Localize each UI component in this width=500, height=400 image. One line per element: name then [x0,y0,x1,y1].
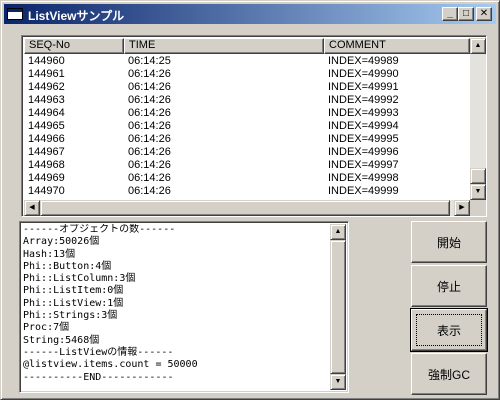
list-cell-time: 06:14:26 [128,172,171,184]
list-cell-comment: INDEX=49996 [328,146,399,158]
list-cell-seq-no: 144966 [28,133,65,145]
output-line: ------オブジェクトの数------ [23,224,176,235]
output-line: ------ListViewの情報------ [23,346,174,358]
stop-button[interactable]: 停止 [411,265,487,307]
list-item[interactable]: 144969 06:14:26 INDEX=49998 [24,172,470,185]
list-cell-time: 06:14:26 [128,68,171,80]
scroll-down-button[interactable]: ▼ [470,184,486,200]
list-item[interactable]: 144965 06:14:26 INDEX=49994 [24,120,470,133]
list-vertical-scrollbar[interactable]: ▲ ▼ [470,38,486,200]
list-view[interactable]: SEQ-No TIME COMMENT 144960 06:14:25 INDEX=… [21,35,487,217]
list-cell-time: 06:14:26 [128,185,171,197]
start-button[interactable]: 開始 [411,221,487,263]
list-item[interactable]: 144963 06:14:26 INDEX=49992 [24,94,470,107]
column-header-comment[interactable]: COMMENT [324,38,470,54]
list-cell-seq-no: 144960 [28,55,65,67]
output-textarea[interactable]: ------オブジェクトの数------ Array:50026個 Hash:13個… [19,221,349,393]
list-cell-seq-no: 144965 [28,120,65,132]
output-line: Phi::ListItem:0個 [23,285,124,297]
focus-rect [416,314,482,346]
force-gc-button-label: 強制GC [427,367,470,382]
scroll-thumb[interactable] [470,168,486,184]
list-rows: 144960 06:14:25 INDEX=49989 144961 06:14:26 I… [24,55,470,205]
list-cell-comment: INDEX=49998 [328,172,399,184]
list-cell-time: 06:14:26 [128,94,171,106]
output-line: Proc:7個 [23,322,70,334]
output-line: ----------END------------ [23,371,174,383]
output-line: Phi::ListView:1個 [23,297,124,309]
maximize-button[interactable]: □ [458,7,474,21]
list-cell-seq-no: 144961 [28,68,65,80]
list-horizontal-scrollbar[interactable]: ◀ ▶ [24,200,470,216]
list-cell-time: 06:14:26 [128,81,171,93]
scroll-up-button[interactable]: ▲ [470,38,486,54]
minimize-button[interactable]: _ [442,7,458,21]
list-cell-seq-no: 144967 [28,146,65,158]
column-header-seq-no[interactable]: SEQ-No [24,38,124,54]
list-cell-comment: INDEX=49997 [328,159,399,171]
list-cell-comment: INDEX=49989 [328,55,399,67]
output-vertical-scrollbar[interactable]: ▲ ▼ [330,224,346,390]
list-item[interactable]: 144967 06:14:26 INDEX=49996 [24,146,470,159]
output-line: Phi::Strings:3個 [23,310,118,322]
list-item[interactable]: 144970 06:14:26 INDEX=49999 [24,185,470,198]
list-cell-comment: INDEX=49991 [328,81,399,93]
output-line: Array:50026個 [23,236,100,248]
list-cell-comment: INDEX=49990 [328,68,399,80]
list-cell-seq-no: 144970 [28,185,65,197]
list-item[interactable]: 144962 06:14:26 INDEX=49991 [24,81,470,94]
output-scroll-thumb[interactable] [330,240,346,374]
scroll-right-button[interactable]: ▶ [454,200,470,216]
stop-button-label: 停止 [436,279,461,294]
list-cell-time: 06:14:25 [128,55,171,67]
list-cell-time: 06:14:26 [128,159,171,171]
scroll-left-button[interactable]: ◀ [24,200,40,216]
list-cell-comment: INDEX=49994 [328,120,399,132]
window-title: ListViewサンプル [28,9,125,23]
list-header: SEQ-No TIME COMMENT [24,38,470,54]
list-cell-time: 06:14:26 [128,146,171,158]
window-icon[interactable] [7,8,23,20]
list-item[interactable]: 144968 06:14:26 INDEX=49997 [24,159,470,172]
output-line: @listview.items.count = 50000 [23,359,198,371]
start-button-label: 開始 [436,235,461,250]
list-item[interactable]: 144961 06:14:26 INDEX=49990 [24,68,470,81]
output-text: ------オブジェクトの数------ Array:50026個 Hash:13個… [22,224,330,390]
list-item[interactable]: 144960 06:14:25 INDEX=49989 [24,55,470,68]
list-cell-seq-no: 144968 [28,159,65,171]
output-line: Phi::ListColumn:3個 [23,273,136,285]
list-cell-seq-no: 144963 [28,94,65,106]
output-line: Hash:13個 [23,248,76,260]
output-scroll-down-button[interactable]: ▼ [330,374,346,390]
close-button[interactable]: ✕ [476,7,492,21]
output-line: String:5468個 [23,334,100,346]
list-cell-comment: INDEX=49992 [328,94,399,106]
list-item[interactable]: 144966 06:14:26 INDEX=49995 [24,133,470,146]
output-line: Phi::Button:4個 [23,260,112,272]
show-button[interactable]: 表示 [410,308,488,352]
list-cell-time: 06:14:26 [128,133,171,145]
output-scroll-up-button[interactable]: ▲ [330,224,346,240]
main-window: ListViewサンプル _ □ ✕ SEQ-No TIME COMMENT 1… [0,0,500,400]
scroll-corner [470,200,486,216]
list-item[interactable]: 144964 06:14:26 INDEX=49993 [24,107,470,120]
list-cell-seq-no: 144969 [28,172,65,184]
column-header-time[interactable]: TIME [124,38,324,54]
list-cell-comment: INDEX=49993 [328,107,399,119]
list-cell-seq-no: 144964 [28,107,65,119]
title-bar[interactable]: ListViewサンプル _ □ ✕ [4,4,496,24]
list-cell-seq-no: 144962 [28,81,65,93]
list-cell-time: 06:14:26 [128,120,171,132]
horizontal-scroll-thumb[interactable] [40,200,450,216]
list-cell-comment: INDEX=49995 [328,133,399,145]
list-cell-comment: INDEX=49999 [328,185,399,197]
list-cell-time: 06:14:26 [128,107,171,119]
force-gc-button[interactable]: 強制GC [411,353,487,395]
